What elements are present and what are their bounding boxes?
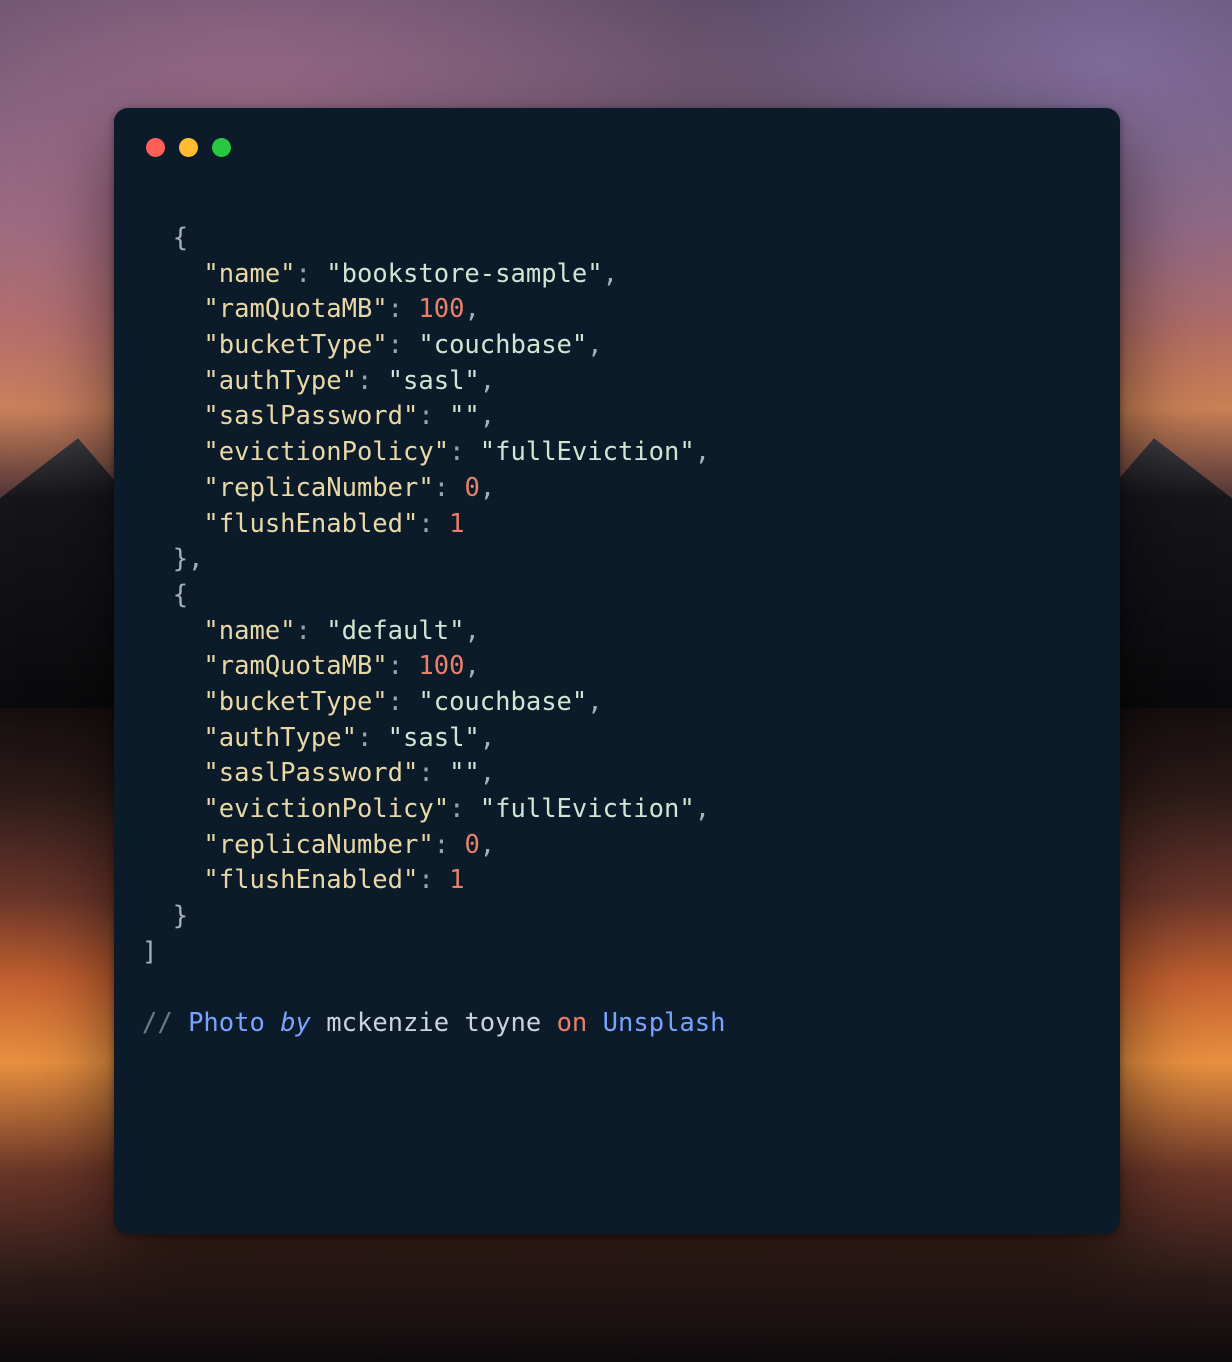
minimize-icon[interactable]	[179, 138, 198, 157]
zoom-icon[interactable]	[212, 138, 231, 157]
code-window: { "name": "bookstore-sample", "ramQuotaM…	[114, 108, 1120, 1234]
code-block: { "name": "bookstore-sample", "ramQuotaM…	[142, 221, 1092, 1042]
window-traffic-lights	[146, 138, 1092, 157]
close-icon[interactable]	[146, 138, 165, 157]
